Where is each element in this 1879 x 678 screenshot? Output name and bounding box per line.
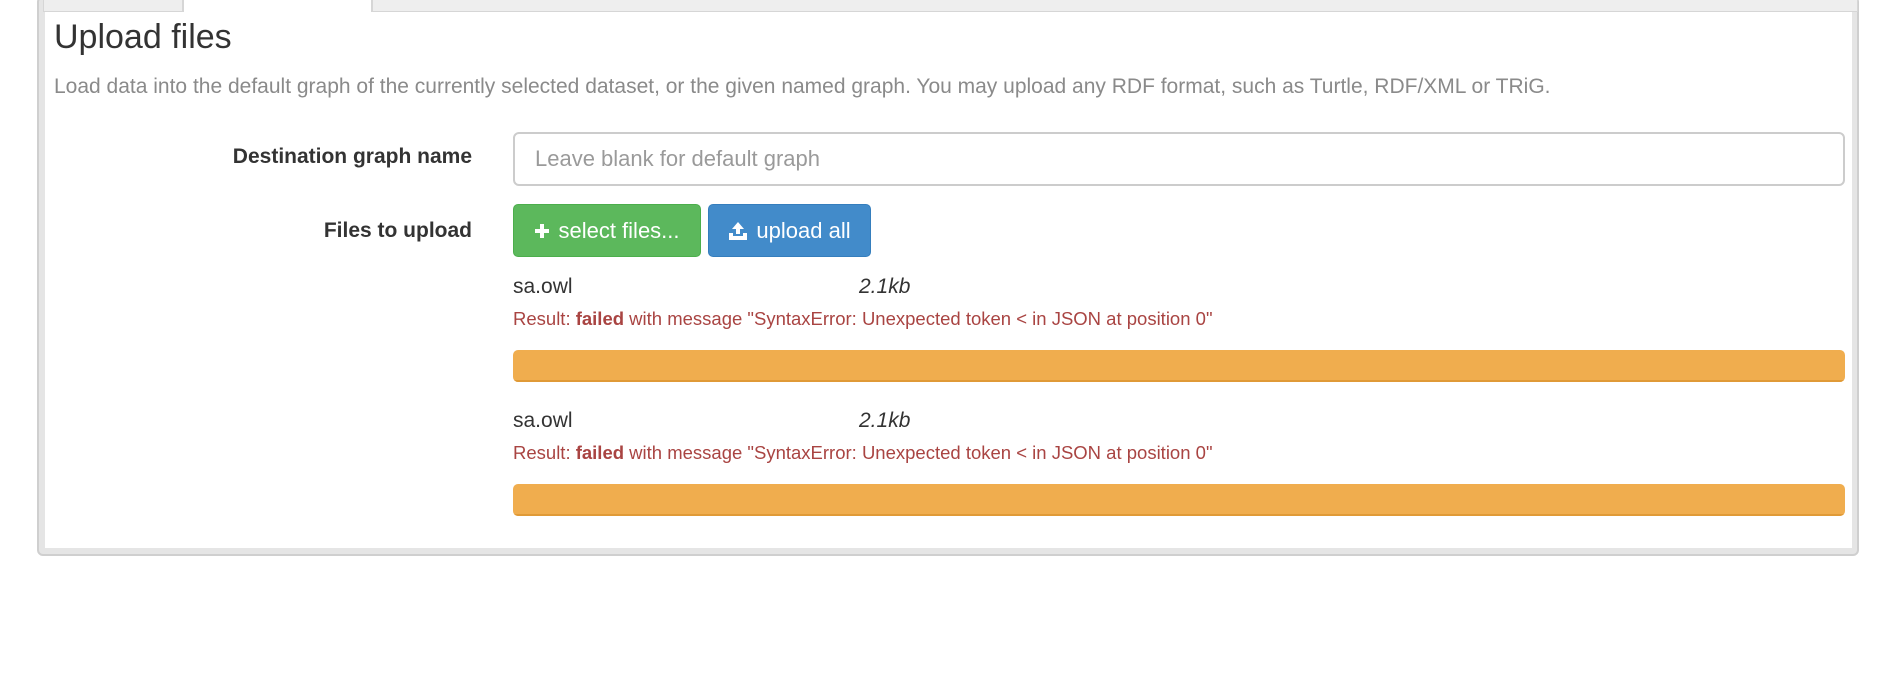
upload-progress-bar — [513, 484, 1845, 516]
result-prefix: Result: — [513, 442, 576, 463]
select-files-label: select files... — [558, 217, 680, 243]
file-size: 2.1kb — [859, 275, 911, 298]
plus-icon — [534, 223, 550, 239]
progress-fill — [513, 350, 1845, 382]
upload-progress-bar — [513, 350, 1845, 382]
upload-description: Load data into the default graph of the … — [54, 75, 1551, 98]
result-status: failed — [575, 442, 625, 463]
upload-all-button[interactable]: upload all — [708, 204, 871, 257]
upload-result-message: Result: failed with message "SyntaxError… — [513, 308, 1213, 330]
result-detail: with message "SyntaxError: Unexpected to… — [624, 308, 1213, 329]
result-status: failed — [575, 308, 625, 329]
file-name: sa.owl — [513, 409, 573, 432]
upload-result-message: Result: failed with message "SyntaxError… — [513, 442, 1213, 464]
tab-previous[interactable] — [43, 0, 183, 12]
page-title: Upload files — [54, 18, 232, 56]
upload-icon — [728, 221, 748, 241]
select-files-button[interactable]: select files... — [513, 204, 701, 257]
destination-graph-label: Destination graph name — [232, 145, 472, 168]
destination-graph-input[interactable] — [513, 132, 1845, 186]
tab-strip — [372, 0, 1858, 12]
result-detail: with message "SyntaxError: Unexpected to… — [624, 442, 1213, 463]
upload-content: Upload files Load data into the default … — [45, 12, 1852, 548]
progress-fill — [513, 484, 1845, 516]
files-to-upload-label: Files to upload — [323, 219, 472, 242]
file-name: sa.owl — [513, 275, 573, 298]
result-prefix: Result: — [513, 308, 576, 329]
file-size: 2.1kb — [859, 409, 911, 432]
upload-all-label: upload all — [756, 217, 851, 243]
